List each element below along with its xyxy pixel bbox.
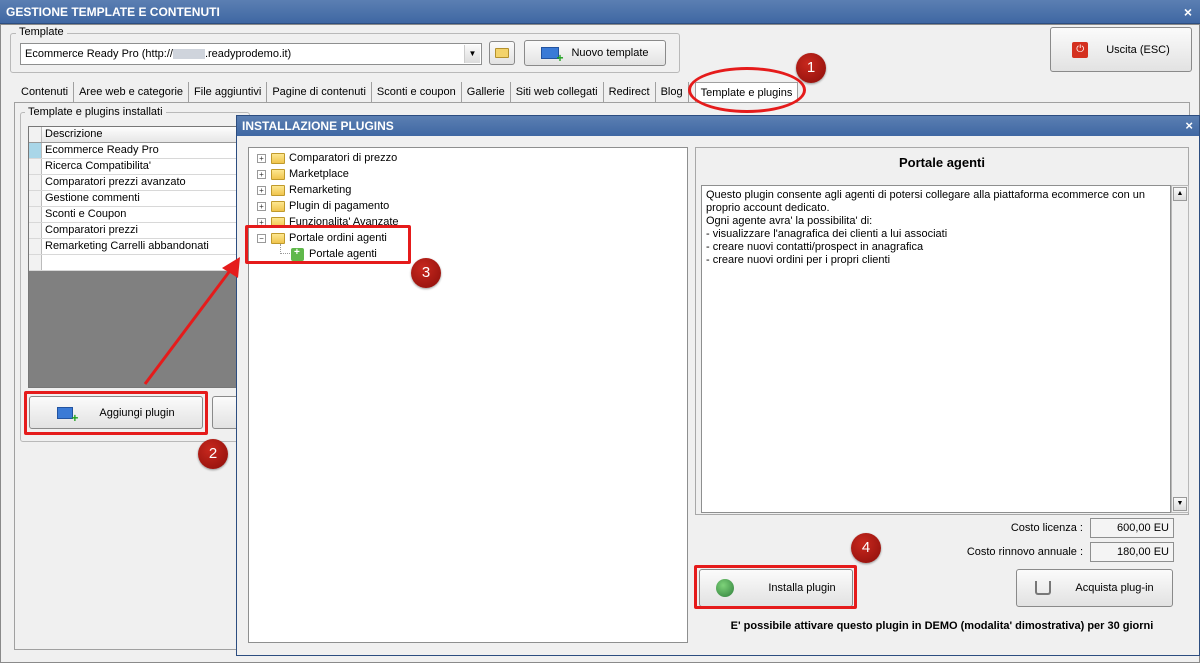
callout-badge-1: 1: [796, 53, 826, 83]
callout-arrow: [143, 257, 240, 385]
callout-badge-2: 2: [198, 439, 228, 469]
callout-badge-4: 4: [851, 533, 881, 563]
callout-badge-3: 3: [411, 258, 441, 288]
